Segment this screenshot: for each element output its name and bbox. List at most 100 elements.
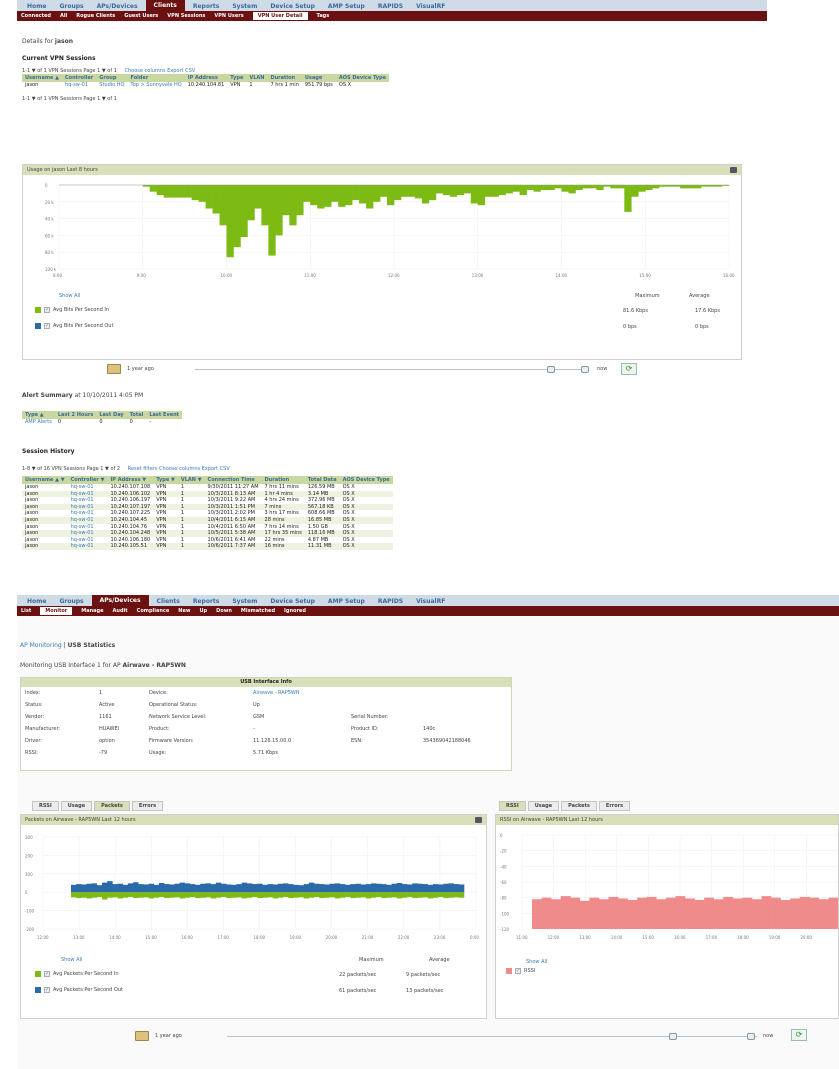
column-header[interactable]: Group <box>96 74 128 82</box>
column-header[interactable]: Controller ▼ <box>67 476 108 484</box>
refresh-icon[interactable]: ⟳ <box>791 1029 807 1041</box>
export-chart-icon[interactable] <box>475 817 482 823</box>
table-row[interactable]: jason hq-sw-01 10.240.104.45 VPN 1 10/4/2011 … <box>22 516 393 524</box>
table-cell[interactable]: AMP Alerts <box>22 419 55 426</box>
table-cell[interactable]: hq-sw-01 <box>67 516 108 524</box>
nav-device-setup[interactable]: Device Setup <box>265 597 320 606</box>
column-header[interactable]: Last Event <box>146 411 183 419</box>
refresh-icon[interactable]: ⟳ <box>621 363 637 375</box>
table-cell[interactable]: hq-sw-01 <box>67 530 108 537</box>
time-range-slider[interactable] <box>195 369 587 370</box>
subnav-all[interactable]: All <box>60 13 67 19</box>
legend-checkbox[interactable]: ✓ <box>44 971 50 977</box>
nav-groups[interactable]: Groups <box>54 597 88 606</box>
time-range-slider[interactable] <box>227 1036 757 1037</box>
column-header[interactable]: Last 2 Hours <box>54 411 97 419</box>
table-row[interactable]: jason hq-sw-01 10.240.107.225 VPN 1 10/3/2011… <box>22 510 393 517</box>
legend-checkbox[interactable]: ✓ <box>44 323 50 329</box>
usb-info-v2-0[interactable]: Airwave - RAP5WN <box>253 690 300 696</box>
subnav-vpn-user-detail[interactable]: VPN User Detail <box>252 12 308 20</box>
nav-system[interactable]: System <box>227 597 262 606</box>
table-cell[interactable]: hq-sw-01 <box>67 503 108 511</box>
nav-aps-devices[interactable]: APs/Devices <box>92 2 143 11</box>
table-row[interactable]: AMP Alerts 0 0 0- <box>22 419 182 426</box>
show-all-link[interactable]: Show All <box>61 957 82 963</box>
rssi-checkbox[interactable]: ✓ <box>515 968 521 974</box>
table-row[interactable]: jason hq-sw-01 10.240.106.197 VPN 1 10/3/2011… <box>22 497 393 504</box>
column-header[interactable]: Duration <box>261 476 305 484</box>
tab-errors[interactable]: Errors <box>131 801 164 811</box>
column-header[interactable]: IP Address ▼ <box>107 476 154 484</box>
table-cell[interactable]: hq-sw-01 <box>67 543 108 550</box>
column-header[interactable]: Username ▲ ▼ <box>22 476 68 484</box>
export-chart-icon[interactable] <box>730 167 737 173</box>
nav-rapids[interactable]: RAPIDS <box>373 2 408 11</box>
tab-rssi[interactable]: RSSI <box>32 801 59 811</box>
column-header[interactable]: IP Address <box>184 74 228 82</box>
column-header[interactable]: Duration <box>267 74 302 82</box>
calendar-icon[interactable] <box>135 1031 149 1041</box>
column-header[interactable]: VLAN ▼ <box>177 476 205 484</box>
table-row[interactable]: jason hq-sw-01 10.240.105.51 VPN 1 10/6/2011 … <box>22 543 393 550</box>
column-header[interactable]: AOS Device Type <box>335 74 390 82</box>
column-header[interactable]: Usage <box>301 74 336 82</box>
column-header[interactable]: Last Day <box>96 411 127 419</box>
column-header[interactable]: VLAN <box>246 74 268 82</box>
subnav-mismatched[interactable]: Mismatched <box>241 608 275 614</box>
legend-checkbox[interactable]: ✓ <box>44 987 50 993</box>
slider-end-handle[interactable] <box>581 366 589 373</box>
column-header[interactable]: Connection Time <box>204 476 262 484</box>
tab-usage[interactable]: Usage <box>60 801 93 811</box>
nav-clients[interactable]: Clients <box>152 597 185 606</box>
column-header[interactable]: Controller <box>62 74 97 82</box>
nav-amp-setup[interactable]: AMP Setup <box>323 2 370 11</box>
subnav-new[interactable]: New <box>178 608 190 614</box>
legend-checkbox[interactable]: ✓ <box>44 307 50 313</box>
subnav-guest-users[interactable]: Guest Users <box>124 13 158 19</box>
nav-clients[interactable]: Clients <box>145 0 185 11</box>
subnav-down[interactable]: Down <box>216 608 232 614</box>
subnav-monitor[interactable]: Monitor <box>40 607 73 615</box>
table-row[interactable]: jason hq-sw-01 10.240.104.248 VPN 1 10/5/2011… <box>22 530 393 537</box>
subnav-compliance[interactable]: Compliance <box>137 608 170 614</box>
column-header[interactable]: Total Data <box>304 476 340 484</box>
table-row[interactable]: jason hq-sw-01 10.240.107.197 VPN 1 10/3/2011… <box>22 503 393 511</box>
history-table-links[interactable]: Reset filters Choose columns Export CSV <box>128 466 230 472</box>
nav-home[interactable]: Home <box>22 597 51 606</box>
table-cell[interactable]: hq-sw-01 <box>68 524 108 531</box>
table-row[interactable]: jason hq-sw-01 10.240.107.108 VPN 1 9/30/2011… <box>22 484 393 491</box>
tab-packets[interactable]: Packets <box>561 801 597 811</box>
column-header[interactable]: Type ▲ <box>22 411 55 419</box>
subnav-vpn-sessions[interactable]: VPN Sessions <box>167 13 205 19</box>
subnav-tags[interactable]: Tags <box>317 13 330 19</box>
table-cell[interactable]: hq-sw-01 <box>68 510 108 517</box>
column-header[interactable]: Total <box>126 411 147 419</box>
nav-visualrf[interactable]: VisualRF <box>411 597 450 606</box>
tab-rssi[interactable]: RSSI <box>499 801 526 811</box>
nav-reports[interactable]: Reports <box>188 2 225 11</box>
calendar-icon[interactable] <box>107 364 121 374</box>
tab-usage[interactable]: Usage <box>527 801 560 811</box>
breadcrumb-link[interactable]: AP Monitoring <box>20 642 62 649</box>
table-cell[interactable]: hq-sw-01 <box>68 484 108 491</box>
nav-groups[interactable]: Groups <box>54 2 88 11</box>
subnav-up[interactable]: Up <box>199 608 207 614</box>
table-row[interactable]: jason hq-sw-01 10.240.106.180 VPN 1 10/6/2011… <box>22 537 393 544</box>
nav-device-setup[interactable]: Device Setup <box>265 2 320 11</box>
subnav-list[interactable]: List <box>21 608 31 614</box>
nav-system[interactable]: System <box>227 2 262 11</box>
subnav-audit[interactable]: Audit <box>113 608 128 614</box>
table-cell[interactable]: hq-sw-01 <box>68 537 108 544</box>
column-header[interactable]: Folder <box>127 74 185 82</box>
table-cell[interactable]: hq-sw-01 <box>68 497 108 504</box>
table-cell[interactable]: Top > Sunnyvale HQ <box>127 82 184 89</box>
slider-start-handle[interactable] <box>547 366 555 373</box>
table-row[interactable]: jason hq-sw-01 Studio HQ Top > Sunnyvale HQ… <box>22 82 389 89</box>
table-cell[interactable]: hq-sw-01 <box>67 490 108 498</box>
tab-packets[interactable]: Packets <box>94 801 130 811</box>
rssi-show-all-link[interactable]: Show All <box>526 959 547 965</box>
column-header[interactable]: Username ▲ <box>22 74 63 82</box>
subnav-connected[interactable]: Connected <box>21 13 51 19</box>
table-cell[interactable]: hq-sw-01 <box>62 82 96 89</box>
subnav-ignored[interactable]: Ignored <box>284 608 306 614</box>
